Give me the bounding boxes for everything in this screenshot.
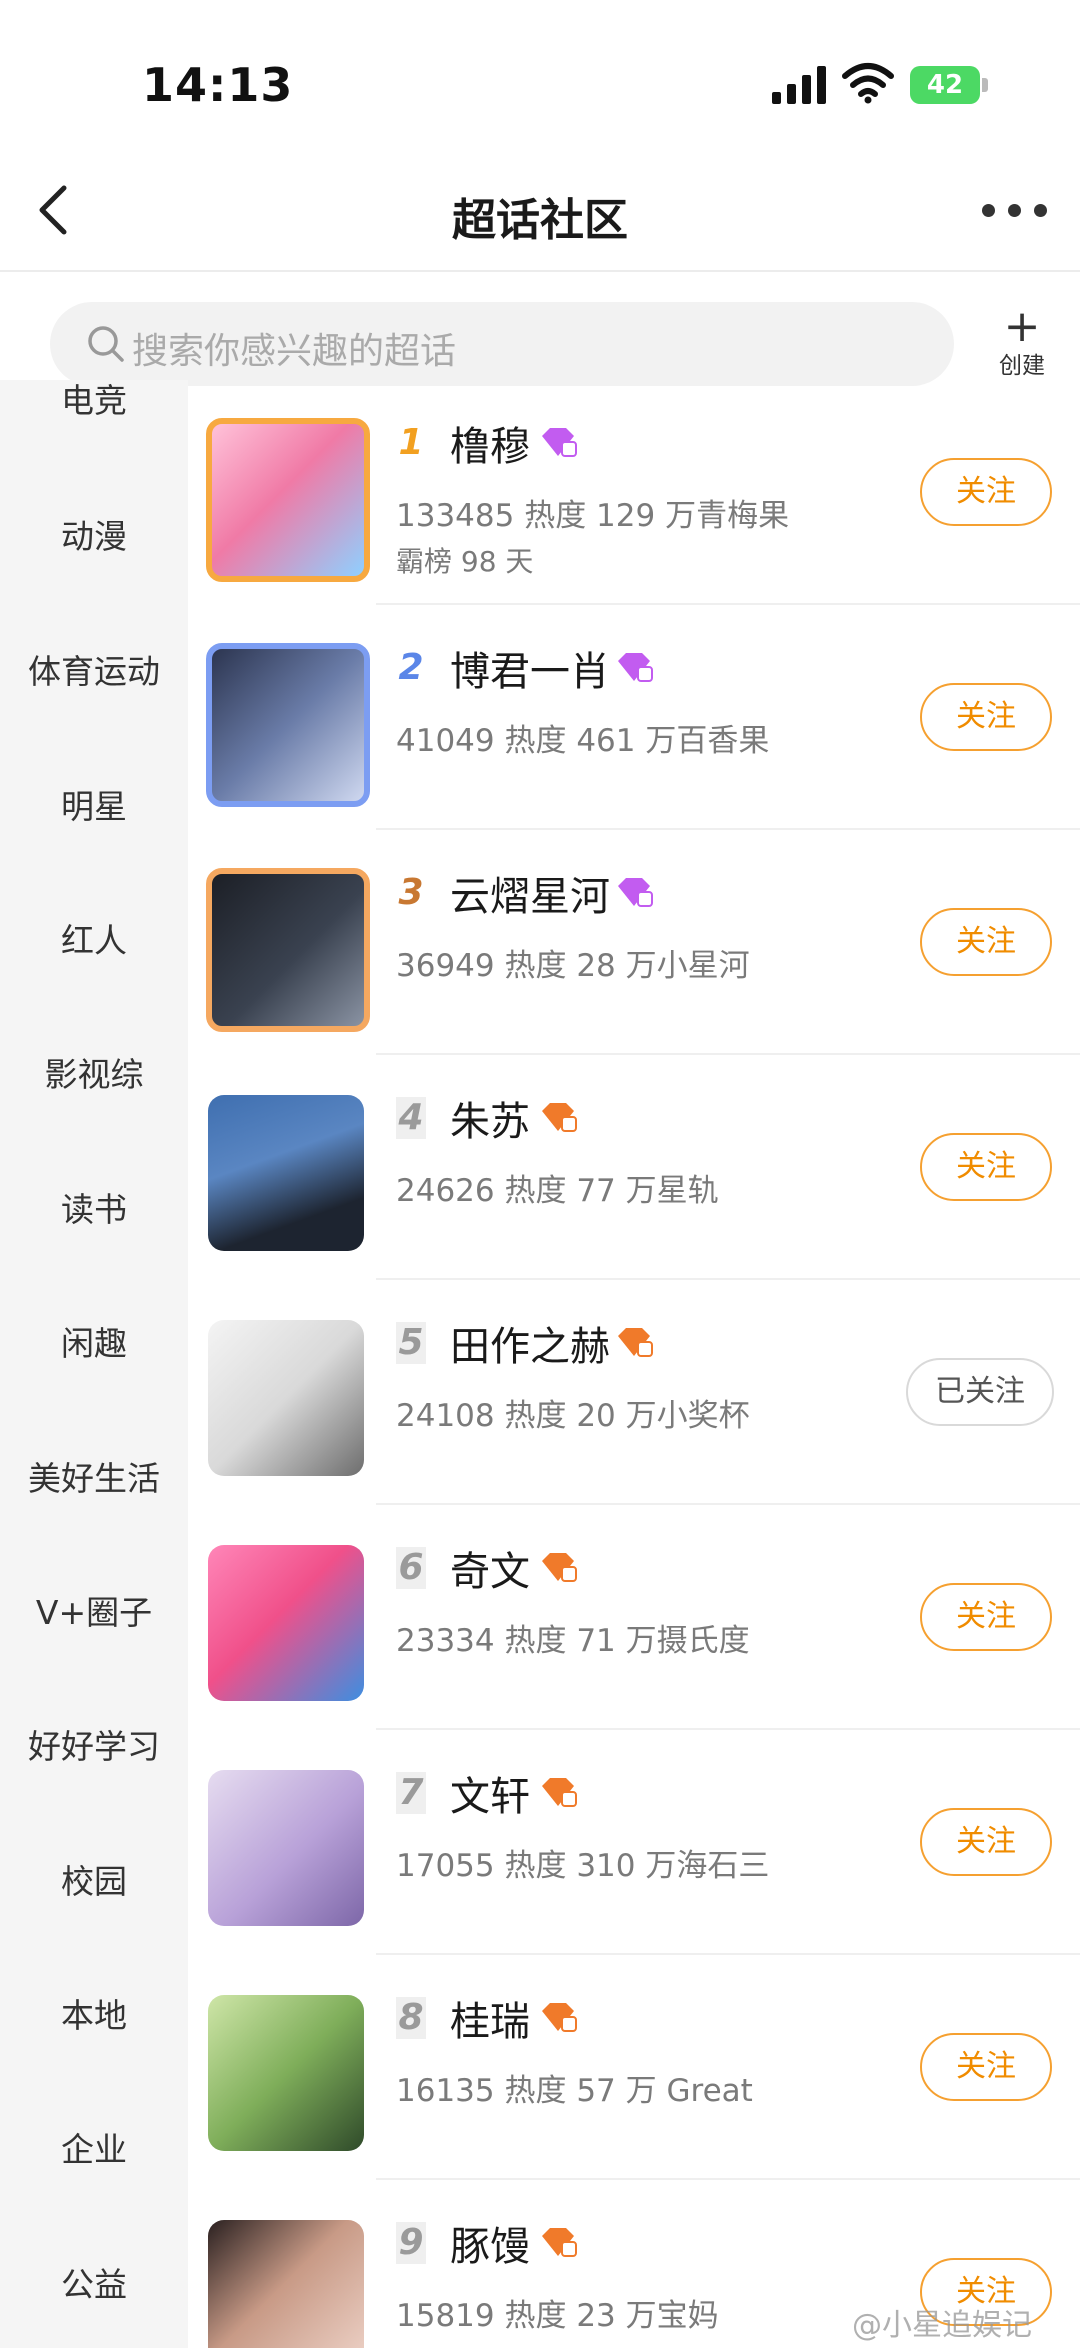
category-sidebar: 电竞 动漫 体育运动 明星 红人 影视综 读书 闲趣 美好生活 V+圈子 好好学… [0,380,188,2348]
topic-avatar [208,2220,364,2348]
diamond-badge-icon [542,2003,577,2032]
topic-avatar [208,1320,364,1476]
list-item[interactable]: 3 云熠星河 36949 热度 28 万小星河 关注 [188,830,1080,1055]
sidebar-item-lifestyle[interactable]: 美好生活 [0,1452,188,1500]
sidebar-item-study[interactable]: 好好学习 [0,1720,188,1768]
search-input[interactable]: 搜索你感兴趣的超话 [50,302,954,386]
diamond-badge-icon [542,2228,577,2257]
status-bar: 14:13 42 [0,0,1080,150]
diamond-badge-icon [542,1553,577,1582]
topic-avatar [208,1995,364,2151]
rank-number: 4 [396,1097,426,1139]
topic-avatar [208,1770,364,1926]
battery-level: 42 [926,70,964,100]
topic-heat-stat: 15819 热度 23 万宝妈 [396,2298,719,2334]
list-item[interactable]: 1 橹穆 133485 热度 129 万青梅果 霸榜 98 天 关注 [188,380,1080,605]
diamond-badge-icon [618,878,653,907]
topic-heat-stat: 23334 热度 71 万摄氏度 [396,1623,750,1659]
sidebar-item-v-circle[interactable]: V+圈子 [0,1586,188,1634]
rank-number: 5 [396,1322,426,1364]
diamond-badge-icon [618,653,653,682]
rank-number: 1 [398,422,424,463]
watermark: @小星追娱记 [852,2308,1032,2343]
rank-number: 7 [396,1772,426,1814]
topic-name: 桂瑞 [450,1999,530,2045]
follow-button[interactable]: 关注 [920,458,1052,526]
battery-nub [982,78,988,92]
sidebar-item-enterprise[interactable]: 企业 [0,2123,188,2171]
topic-heat-stat: 24626 热度 77 万星轨 [396,1173,719,1209]
topic-name: 豚馒 [450,2224,530,2270]
topic-avatar [208,1095,364,1251]
diamond-badge-icon [542,428,577,457]
status-time: 14:13 [142,58,294,112]
list-item[interactable]: 5 田作之赫 24108 热度 20 万小奖杯 已关注 [188,1280,1080,1505]
topic-name: 田作之赫 [450,1324,610,1370]
diamond-badge-icon [618,1328,653,1357]
follow-button[interactable]: 关注 [920,1583,1052,1651]
follow-button[interactable]: 关注 [920,683,1052,751]
diamond-badge-icon [542,1778,577,1807]
sidebar-item-local[interactable]: 本地 [0,1989,188,2037]
topic-avatar [206,418,370,582]
rank-number: 3 [398,872,424,913]
nav-bar: 超话社区 [0,150,1080,272]
sidebar-item-anime[interactable]: 动漫 [0,510,188,558]
sidebar-item-leisure[interactable]: 闲趣 [0,1317,188,1365]
create-button[interactable]: + 创建 [980,301,1064,380]
topic-heat-stat: 17055 热度 310 万海石三 [396,1848,770,1884]
topic-heat-stat: 16135 热度 57 万 Great [396,2073,753,2109]
sidebar-item-stars[interactable]: 明星 [0,780,188,828]
sidebar-item-reading[interactable]: 读书 [0,1183,188,1231]
list-item[interactable]: 2 博君一肖 41049 热度 461 万百香果 关注 [188,605,1080,830]
rank-number: 6 [396,1547,426,1589]
follow-button[interactable]: 关注 [920,1133,1052,1201]
list-item[interactable]: 7 文轩 17055 热度 310 万海石三 关注 [188,1730,1080,1955]
topic-avatar [208,1545,364,1701]
topic-name: 云熠星河 [450,874,610,920]
topic-avatar [206,868,370,1032]
topic-name: 文轩 [450,1774,530,1820]
topic-name: 朱苏 [450,1099,530,1145]
follow-button[interactable]: 关注 [920,2033,1052,2101]
search-icon [88,326,124,362]
page-title: 超话社区 [452,195,628,246]
topic-heat-stat: 133485 热度 129 万青梅果 [396,498,790,534]
sidebar-item-sports[interactable]: 体育运动 [0,645,188,693]
list-item[interactable]: 4 朱苏 24626 热度 77 万星轨 关注 [188,1055,1080,1280]
list-item[interactable]: 8 桂瑞 16135 热度 57 万 Great 关注 [188,1955,1080,2180]
sidebar-item-charity[interactable]: 公益 [0,2258,188,2306]
wifi-icon [842,63,894,104]
topic-heat-stat: 36949 热度 28 万小星河 [396,948,750,984]
topic-heat-stat: 24108 热度 20 万小奖杯 [396,1398,750,1434]
diamond-badge-icon [542,1103,577,1132]
follow-button[interactable]: 关注 [920,908,1052,976]
sidebar-item-influencers[interactable]: 红人 [0,914,188,962]
search-placeholder: 搜索你感兴趣的超话 [132,331,457,372]
topic-avatar [206,643,370,807]
more-options-icon[interactable] [980,190,1050,230]
sidebar-item-film-tv[interactable]: 影视综 [0,1048,188,1096]
list-item[interactable]: 6 奇文 23334 热度 71 万摄氏度 关注 [188,1505,1080,1730]
battery-indicator: 42 [910,66,980,104]
topic-name: 橹穆 [450,424,530,470]
topic-heat-stat: 41049 热度 461 万百香果 [396,723,770,759]
followed-button[interactable]: 已关注 [906,1358,1054,1426]
plus-icon: + [1003,301,1041,352]
topic-name: 博君一肖 [450,649,610,695]
create-label: 创建 [999,353,1045,379]
topic-streak: 霸榜 98 天 [396,545,534,578]
rank-number: 2 [398,647,424,688]
signal-icon [772,66,826,104]
rank-number: 9 [396,2222,426,2264]
sidebar-item-esports[interactable]: 电竞 [0,380,188,422]
rank-number: 8 [396,1997,426,2039]
topic-name: 奇文 [450,1549,530,1595]
follow-button[interactable]: 关注 [920,1808,1052,1876]
topic-ranking-list: 1 橹穆 133485 热度 129 万青梅果 霸榜 98 天 关注 2 博君一… [188,380,1080,2348]
sidebar-item-campus[interactable]: 校园 [0,1855,188,1903]
